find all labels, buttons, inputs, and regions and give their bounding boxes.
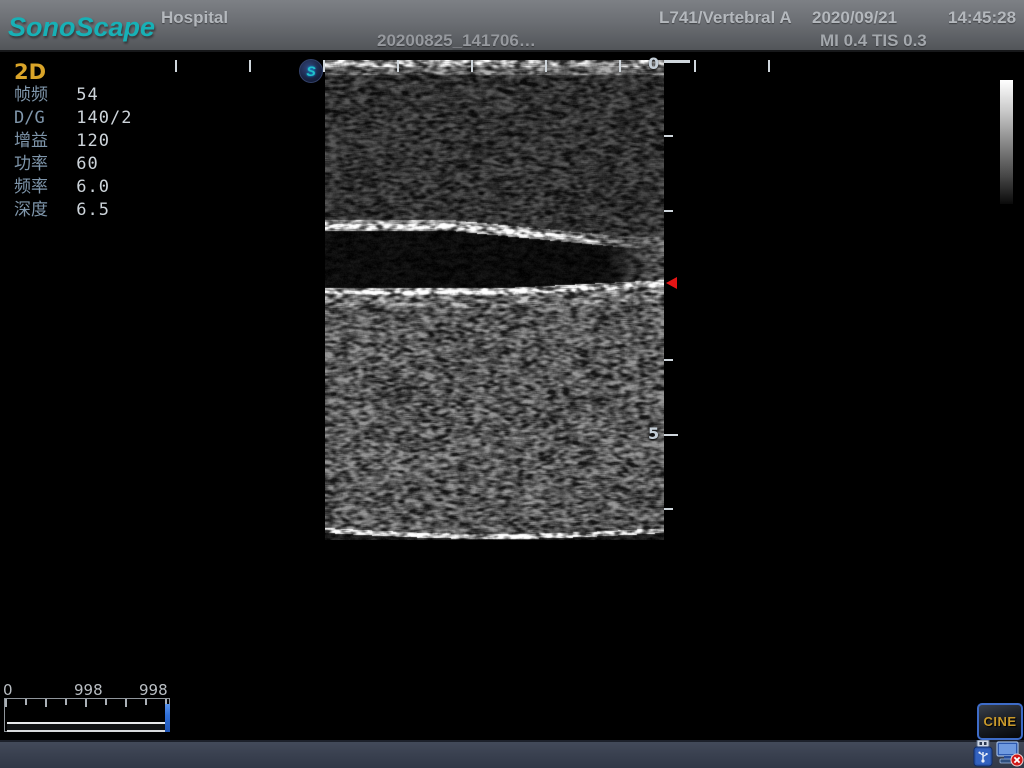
depth-ruler-tick (664, 434, 678, 436)
cine-current-frame: 998 (74, 681, 103, 699)
hospital-name: Hospital (161, 8, 228, 28)
cine-ruler-tick (45, 699, 47, 707)
cine-ruler-tick (5, 699, 7, 707)
cine-ruler-tick (65, 699, 67, 705)
depth-ruler-tick (664, 210, 673, 212)
top-ruler-tick (619, 60, 621, 72)
cine-button[interactable]: CINE (977, 703, 1023, 740)
depth-ruler-tick (664, 135, 673, 137)
probe-preset: L741/Vertebral A (659, 8, 792, 28)
cine-ruler-tick (145, 699, 147, 705)
sonoscape-s-badge-icon: S (299, 59, 323, 83)
cine-scrollbar-track[interactable] (7, 722, 165, 732)
depth-ruler-tick (664, 508, 673, 510)
top-ruler-tick (471, 60, 473, 72)
param-power: 功率 60 (14, 153, 132, 176)
top-ruler-tick (545, 60, 547, 72)
cine-scrollbar-thumb[interactable] (165, 704, 170, 732)
cine-ruler-tick (105, 699, 107, 705)
depth-ruler-tick (664, 60, 690, 63)
param-frame-rate: 帧频 54 (14, 84, 132, 107)
cine-ruler-tick (25, 699, 27, 705)
param-gain: 增益 120 (14, 130, 132, 153)
param-frequency: 频率 6.0 (14, 176, 132, 199)
cine-start-frame: 0 (3, 681, 13, 699)
top-ruler-tick (323, 60, 325, 72)
depth-ruler-origin: 0 (648, 54, 659, 73)
network-disconnected-icon[interactable] (996, 740, 1024, 767)
ultrasound-image (325, 60, 664, 540)
parameter-panel: 帧频 54 D/G 140/2 增益 120 功率 60 频率 6.0 深度 6… (14, 84, 132, 222)
top-ruler-tick (249, 60, 251, 72)
cine-scrollbar[interactable] (4, 698, 170, 732)
mi-tis-readout: MI 0.4 TIS 0.3 (820, 31, 927, 51)
grayscale-map-bar (1000, 80, 1013, 204)
cine-ruler-tick (125, 699, 127, 707)
param-dynamic-range: D/G 140/2 (14, 107, 132, 130)
title-bar: SonoScape Hospital L741/Vertebral A 2020… (0, 0, 1024, 52)
status-bar (0, 740, 1024, 768)
depth-ruler-5cm: 5 (648, 424, 659, 443)
param-depth: 深度 6.5 (14, 199, 132, 222)
depth-ruler-tick (664, 359, 673, 361)
exam-date: 2020/09/21 (812, 8, 897, 28)
top-ruler-tick (694, 60, 696, 72)
patient-exam-id: 20200825_141706… (377, 31, 536, 51)
top-ruler-tick (397, 60, 399, 72)
cine-ruler-tick (85, 699, 87, 707)
sonoscape-logo: SonoScape (8, 12, 155, 43)
cine-total-frames: 998 (139, 681, 168, 699)
ultrasound-screen: { "header": { "brand": "SonoScape", "hos… (0, 0, 1024, 768)
focus-position-marker-icon (666, 277, 677, 289)
top-ruler-tick (175, 60, 177, 72)
usb-device-icon[interactable] (971, 740, 995, 767)
clock-time: 14:45:28 (948, 8, 1016, 28)
top-ruler-tick (768, 60, 770, 72)
imaging-mode-label: 2D (14, 60, 46, 84)
